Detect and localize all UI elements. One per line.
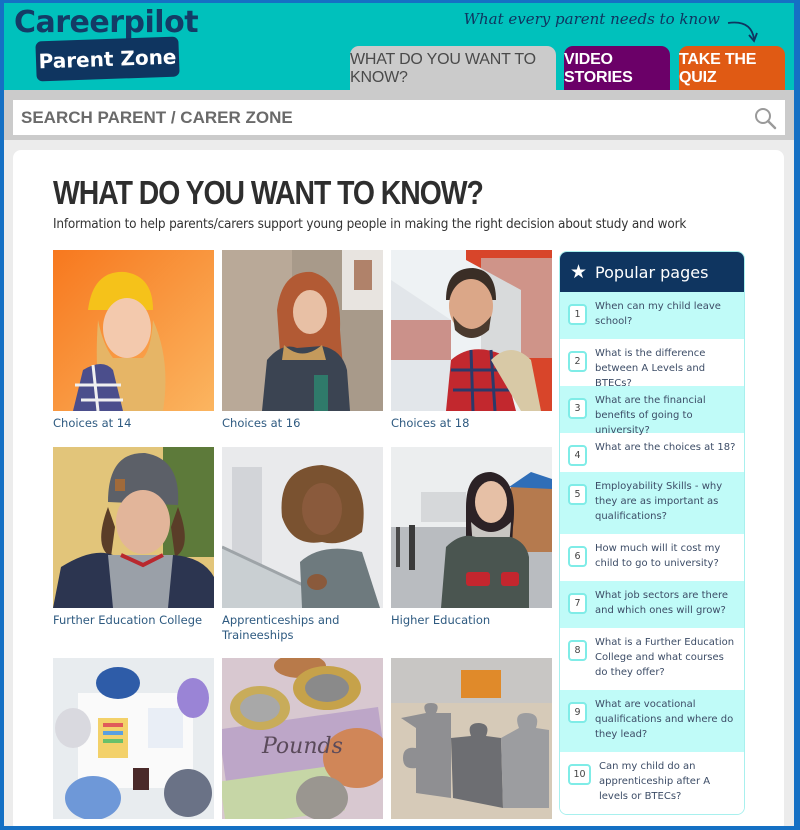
topic-card-choices-16[interactable]: Choices at 16: [222, 250, 383, 431]
logo-careerpilot[interactable]: Careerpilot: [14, 5, 199, 40]
popular-item-link[interactable]: What job sectors are there and which one…: [595, 588, 738, 618]
popular-item-link[interactable]: What are vocational qualifications and w…: [595, 697, 738, 742]
popular-pages-panel: ★ Popular pages 1 When can my child leav…: [559, 251, 745, 815]
popular-item-link[interactable]: How much will it cost my child to go to …: [595, 541, 738, 571]
topic-caption[interactable]: Choices at 16: [222, 416, 383, 431]
topic-caption[interactable]: Apprenticeships and Traineeships: [222, 613, 383, 643]
popular-item-link[interactable]: When can my child leave school?: [595, 299, 738, 329]
topic-card-money[interactable]: Pounds: [222, 658, 383, 819]
topic-image[interactable]: [222, 250, 383, 411]
popular-item-link[interactable]: What is a Further Education College and …: [595, 635, 738, 680]
topic-image[interactable]: [391, 250, 552, 411]
popular-pages-header: ★ Popular pages: [560, 252, 744, 292]
popular-item-number: 5: [568, 484, 587, 505]
popular-item-link[interactable]: Employability Skills - why they are as i…: [595, 479, 738, 524]
topic-image[interactable]: [222, 447, 383, 608]
main-content: WHAT DO YOU WANT TO KNOW? Information to…: [13, 150, 784, 826]
popular-item[interactable]: 6 How much will it cost my child to go t…: [560, 534, 744, 581]
topic-caption[interactable]: Further Education College: [53, 613, 214, 628]
search-icon[interactable]: [753, 106, 777, 130]
popular-item-number: 1: [568, 304, 587, 325]
popular-item-number: 4: [568, 445, 587, 466]
topic-caption[interactable]: Choices at 14: [53, 416, 214, 431]
popular-item-link[interactable]: What is the difference between A Levels …: [595, 346, 738, 391]
browser-frame: Careerpilot Parent Zone What every paren…: [4, 3, 794, 826]
popular-pages-title: Popular pages: [595, 262, 709, 282]
curved-arrow-icon: [727, 21, 758, 43]
popular-pages-list: 1 When can my child leave school? 2 What…: [560, 292, 744, 814]
topic-image[interactable]: Pounds: [222, 658, 383, 819]
popular-item[interactable]: 3 What are the financial benefits of goi…: [560, 386, 744, 436]
topic-image[interactable]: [391, 658, 552, 819]
tab-what-do-you-want-to-know[interactable]: WHAT DO YOU WANT TO KNOW?: [350, 46, 556, 92]
topic-image[interactable]: [53, 250, 214, 411]
tab-take-the-quiz[interactable]: TAKE THE QUIZ: [679, 46, 785, 92]
popular-item[interactable]: 2 What is the difference between A Level…: [560, 339, 744, 389]
popular-item-number: 6: [568, 546, 587, 567]
topic-caption[interactable]: Higher Education: [391, 613, 552, 628]
popular-item-number: 3: [568, 398, 587, 419]
topic-card-jigsaw[interactable]: [391, 658, 552, 819]
topic-image[interactable]: [391, 447, 552, 608]
topic-caption[interactable]: Choices at 18: [391, 416, 552, 431]
popular-item[interactable]: 7 What job sectors are there and which o…: [560, 581, 744, 628]
topic-card-teamwork[interactable]: [53, 658, 214, 819]
page-subtitle: Information to help parents/carers suppo…: [53, 217, 687, 232]
popular-item-number: 2: [568, 351, 587, 372]
topic-image[interactable]: [53, 447, 214, 608]
topic-card-further-education[interactable]: Further Education College: [53, 447, 214, 628]
star-icon: ★: [570, 261, 588, 283]
tagline: What every parent needs to know: [463, 10, 720, 28]
search-box: [13, 100, 785, 135]
svg-text:Pounds: Pounds: [261, 734, 343, 759]
page-title: WHAT DO YOU WANT TO KNOW?: [53, 174, 484, 211]
popular-item[interactable]: 9 What are vocational qualifications and…: [560, 690, 744, 752]
popular-item-number: 9: [568, 702, 587, 723]
popular-item-link[interactable]: What are the choices at 18?: [595, 440, 735, 455]
topic-card-apprenticeships[interactable]: Apprenticeships and Traineeships: [222, 447, 383, 643]
topic-card-choices-14[interactable]: Choices at 14: [53, 250, 214, 431]
topic-card-choices-18[interactable]: Choices at 18: [391, 250, 552, 431]
popular-item-number: 8: [568, 640, 587, 661]
popular-item[interactable]: 5 Employability Skills - why they are as…: [560, 472, 744, 534]
popular-item[interactable]: 10 Can my child do an apprenticeship aft…: [560, 752, 744, 814]
site-header: Careerpilot Parent Zone What every paren…: [4, 3, 794, 92]
popular-item[interactable]: 4 What are the choices at 18?: [560, 433, 744, 472]
popular-item-number: 7: [568, 593, 587, 614]
popular-item-number: 10: [568, 764, 591, 785]
topic-image[interactable]: [53, 658, 214, 819]
logo-parent-zone[interactable]: Parent Zone: [35, 36, 180, 82]
search-input[interactable]: [21, 100, 785, 135]
popular-item[interactable]: 8 What is a Further Education College an…: [560, 628, 744, 690]
popular-item-link[interactable]: Can my child do an apprenticeship after …: [599, 759, 738, 804]
topic-card-higher-education[interactable]: Higher Education: [391, 447, 552, 628]
search-bar: [4, 90, 794, 140]
popular-item-link[interactable]: What are the financial benefits of going…: [595, 393, 738, 438]
popular-item[interactable]: 1 When can my child leave school?: [560, 292, 744, 339]
tab-video-stories[interactable]: VIDEO STORIES: [564, 46, 670, 92]
